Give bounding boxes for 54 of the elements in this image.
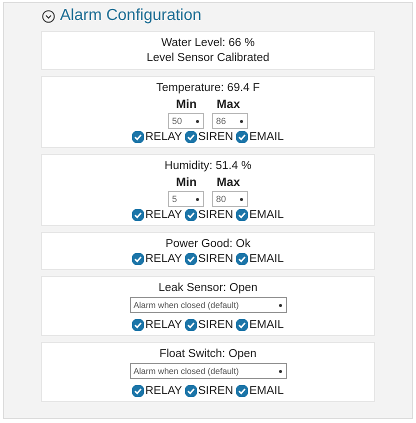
option-label: RELAY bbox=[145, 319, 182, 331]
min-select[interactable]: 50 bbox=[168, 113, 204, 129]
option-label: EMAIL bbox=[249, 209, 284, 221]
sensor-text: Level Sensor Calibrated bbox=[146, 52, 270, 65]
checkbox-icon[interactable] bbox=[236, 131, 248, 143]
option-label: SIREN bbox=[198, 209, 234, 221]
checkbox-icon[interactable] bbox=[185, 319, 198, 331]
dropdown-icon bbox=[278, 370, 282, 372]
sensor-text: Leak Sensor: Open bbox=[158, 282, 258, 295]
option-label: RELAY bbox=[145, 385, 182, 397]
checkbox-icon[interactable] bbox=[132, 385, 144, 397]
dropdown-icon bbox=[196, 198, 199, 200]
checkbox-icon[interactable] bbox=[185, 209, 198, 221]
sensor-text: Float Switch: Open bbox=[159, 348, 257, 361]
option-label: SIREN bbox=[198, 131, 234, 143]
sensor-text: Temperature: 69.4 F bbox=[156, 82, 260, 95]
checkbox-icon[interactable] bbox=[185, 385, 198, 397]
checkbox-icon[interactable] bbox=[236, 385, 248, 397]
option-label: RELAY bbox=[145, 253, 182, 265]
dropdown-icon bbox=[278, 304, 282, 306]
option-label: EMAIL bbox=[249, 385, 284, 397]
option-label: EMAIL bbox=[249, 319, 284, 331]
checkbox-icon[interactable] bbox=[185, 253, 198, 265]
max-select[interactable]: 80 bbox=[212, 191, 248, 207]
section-header[interactable]: Alarm Configuration bbox=[42, 7, 202, 25]
checkbox-icon[interactable] bbox=[132, 131, 144, 143]
option-label: EMAIL bbox=[249, 131, 284, 143]
dropdown-icon bbox=[240, 120, 243, 122]
mode-select[interactable]: Alarm when closed (default) bbox=[130, 297, 286, 313]
option-label: EMAIL bbox=[249, 253, 284, 265]
min-label: Min bbox=[176, 175, 197, 189]
checkbox-icon[interactable] bbox=[185, 131, 198, 143]
checkbox-icon[interactable] bbox=[236, 253, 248, 265]
mode-select[interactable]: Alarm when closed (default) bbox=[130, 363, 286, 379]
checkbox-icon[interactable] bbox=[132, 253, 144, 265]
option-label: RELAY bbox=[145, 209, 182, 221]
sensor-text: Water Level: 66 % bbox=[161, 37, 255, 50]
checkbox-icon[interactable] bbox=[132, 209, 144, 221]
option-label: SIREN bbox=[198, 253, 234, 265]
max-select[interactable]: 86 bbox=[212, 113, 248, 129]
sensor-text: Power Good: Ok bbox=[165, 238, 250, 251]
dropdown-icon bbox=[240, 198, 243, 200]
max-label: Max bbox=[216, 175, 240, 189]
option-label: SIREN bbox=[198, 319, 234, 331]
checkbox-icon[interactable] bbox=[132, 319, 144, 331]
option-label: RELAY bbox=[145, 131, 182, 143]
dropdown-icon bbox=[196, 120, 199, 122]
checkbox-icon[interactable] bbox=[236, 209, 248, 221]
checkbox-icon[interactable] bbox=[236, 319, 248, 331]
max-label: Max bbox=[216, 97, 240, 111]
min-select[interactable]: 5 bbox=[168, 191, 204, 207]
option-label: SIREN bbox=[198, 385, 234, 397]
sensor-text: Humidity: 51.4 % bbox=[164, 160, 252, 173]
min-label: Min bbox=[176, 97, 197, 111]
